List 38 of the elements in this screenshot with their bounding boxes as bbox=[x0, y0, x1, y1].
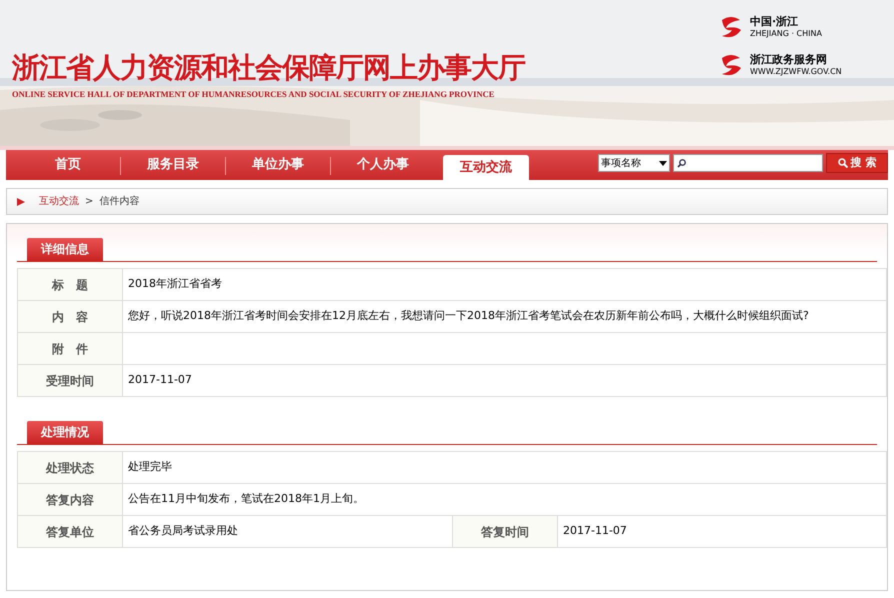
play-icon bbox=[17, 198, 25, 206]
breadcrumb-link[interactable]: 互动交流 bbox=[39, 194, 79, 209]
field-value: 2017-11-07 bbox=[127, 372, 193, 388]
nav-tab[interactable]: 互动交流 bbox=[443, 155, 529, 180]
field-value: 您好，听说2018年浙江省考时间会安排在12月底左右，我想请问一下2018年浙江省考笔试会在农历新年前公布吗，大概什么时候组织面试? bbox=[127, 308, 810, 324]
search-icon bbox=[838, 158, 848, 168]
category-select[interactable]: 事项名称 bbox=[598, 154, 670, 172]
section-title: 详细信息 bbox=[27, 238, 103, 261]
site-subtitle: ONLINE SERVICE HALL OF DEPARTMENT OF HUMANRESOURCES AND SOCIAL SECURITY OF ZHEJIANG PROVINCE bbox=[12, 88, 496, 101]
section-title: 处理情况 bbox=[27, 421, 103, 444]
field-label: 内 容 bbox=[18, 301, 123, 332]
field-value: 处理完毕 bbox=[127, 459, 173, 476]
nav-tab[interactable]: 首页 bbox=[16, 150, 120, 180]
field-label: 答复单位 bbox=[18, 516, 123, 547]
field-label: 附 件 bbox=[18, 333, 123, 364]
nav-tab[interactable]: 服务目录 bbox=[121, 150, 225, 180]
breadcrumb-current: 信件内容 bbox=[99, 194, 140, 209]
nav-tab[interactable]: 单位办事 bbox=[226, 150, 330, 180]
breadcrumb-separator: > bbox=[85, 195, 94, 209]
logo-title: 中国·浙江 bbox=[750, 15, 800, 29]
field-label: 答复时间 bbox=[453, 516, 558, 547]
field-value: 2018年浙江省省考 bbox=[127, 276, 223, 292]
search-icon bbox=[677, 158, 686, 168]
logo-subtitle: ZHEJIANG · CHINA bbox=[750, 29, 822, 39]
select-value: 事项名称 bbox=[601, 156, 641, 170]
field-label: 标 题 bbox=[18, 269, 123, 300]
logo-title: 浙江政务服务网 bbox=[750, 53, 828, 67]
logo-subtitle: WWW.ZJZWFW.GOV.CN bbox=[750, 67, 842, 77]
nav-tab[interactable]: 个人办事 bbox=[331, 150, 435, 180]
dropdown-icon bbox=[659, 160, 667, 166]
search-button[interactable]: 搜 索 bbox=[826, 153, 888, 173]
field-value: 2017-11-07 bbox=[562, 523, 628, 540]
field-label: 受理时间 bbox=[18, 365, 123, 396]
search-field[interactable] bbox=[673, 154, 823, 172]
field-label: 答复内容 bbox=[18, 484, 123, 515]
field-label: 处理状态 bbox=[18, 452, 123, 483]
site-title: 浙江省人力资源和社会保障厅网上办事大厅 bbox=[12, 50, 525, 86]
field-value: 公告在11月中旬发布，笔试在2018年1月上旬。 bbox=[127, 491, 365, 508]
